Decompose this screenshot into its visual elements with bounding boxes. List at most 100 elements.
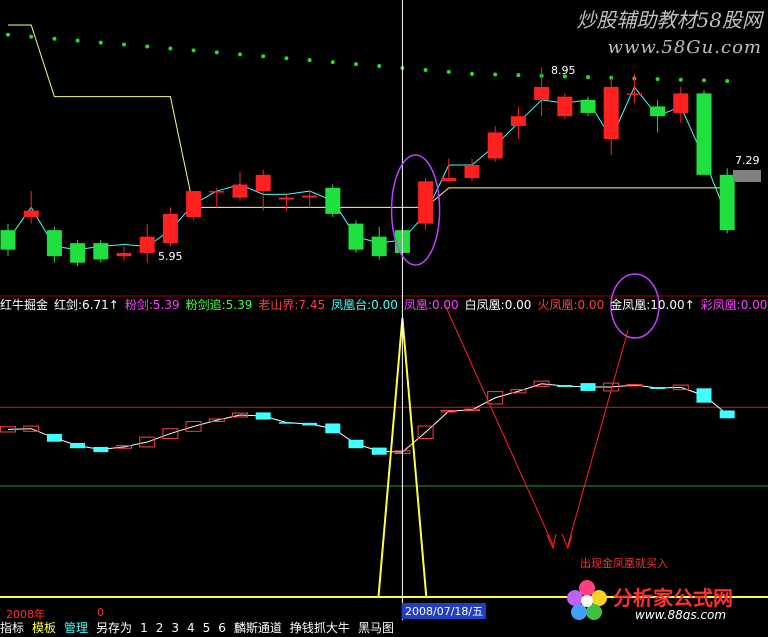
toolbar-item[interactable]: 4 xyxy=(187,621,195,635)
dot-marker xyxy=(307,58,312,63)
dot-marker xyxy=(75,38,80,43)
sub-candle xyxy=(719,410,735,419)
sub-candle xyxy=(70,443,86,449)
dot-marker xyxy=(702,78,706,83)
dot-marker xyxy=(423,67,428,72)
indicator-item: 金凤凰:10.00↑ xyxy=(610,298,695,312)
candle-body xyxy=(23,210,39,218)
watermark-url: www.58Gu.com xyxy=(607,37,762,58)
toolbar-item[interactable]: 管理 xyxy=(64,621,88,635)
buy-note: 出现金凤凰就买入 xyxy=(580,557,668,570)
dot-marker xyxy=(470,71,474,76)
indicator-item: 凤凰台:0.00 xyxy=(331,298,398,312)
dot-marker xyxy=(52,36,57,41)
toolbar-item[interactable]: 指标 xyxy=(0,621,24,635)
sub-candle xyxy=(371,447,387,455)
dot-marker xyxy=(655,77,660,82)
sub-candle xyxy=(325,423,341,434)
dot-marker xyxy=(98,40,103,45)
zero-label: 0 xyxy=(97,606,104,619)
candle-body xyxy=(534,86,550,100)
candle-body xyxy=(139,236,155,253)
candle-body xyxy=(209,191,225,193)
cyan-line xyxy=(7,85,728,251)
toolbar-item[interactable]: 另存为 xyxy=(96,621,132,635)
dot-marker xyxy=(191,48,196,53)
dot-marker xyxy=(330,60,335,65)
sub-candle xyxy=(348,439,364,449)
toolbar-item[interactable]: 2 xyxy=(156,621,164,635)
watermark-title: 炒股辅助教材58股网 xyxy=(576,8,762,32)
candle-body xyxy=(325,187,341,214)
candle-body xyxy=(650,106,666,117)
toolbar-item[interactable]: 1 xyxy=(140,621,148,635)
candle-body xyxy=(348,223,364,250)
sub-trace xyxy=(7,383,728,453)
flower-logo-icon xyxy=(567,580,607,620)
toolbar-item[interactable]: 模板 xyxy=(32,621,56,635)
candle-body xyxy=(580,99,596,113)
candle-body xyxy=(302,195,318,198)
sub-candle xyxy=(93,446,109,453)
cursor-date: 2008/07/18/五 xyxy=(402,603,487,619)
dot-marker xyxy=(238,52,242,57)
watermark-top: 炒股辅助教材58股网 www.58Gu.com xyxy=(577,4,762,58)
dot-marker xyxy=(586,75,590,80)
dot-marker xyxy=(377,64,382,69)
dot-marker xyxy=(493,72,498,77)
indicator-item: 粉剑:5.39 xyxy=(124,298,180,312)
candle-body xyxy=(0,230,16,250)
toolbar-item[interactable]: 麟斯通道 xyxy=(234,621,282,635)
candle-body xyxy=(673,93,689,113)
candle-body xyxy=(487,132,503,159)
candle-body xyxy=(186,191,202,218)
dot-marker xyxy=(6,32,10,37)
toolbar-item[interactable]: 3 xyxy=(171,621,179,635)
sub-candle xyxy=(696,388,712,403)
indicator-item: 火凤凰:0.00 xyxy=(537,298,605,312)
dot-marker xyxy=(145,44,150,49)
sub-candle xyxy=(580,383,596,391)
sub-candle xyxy=(557,385,573,388)
dot-marker xyxy=(122,42,126,47)
candle-body xyxy=(70,243,86,263)
toolbar-item[interactable]: 黑马图 xyxy=(358,621,394,635)
stock-chart xyxy=(0,0,768,620)
candle-body xyxy=(719,174,735,231)
arrow-line xyxy=(444,304,554,546)
high-price-label: 8.95 xyxy=(551,64,576,77)
candle-body xyxy=(441,178,457,182)
candle-body xyxy=(162,213,178,244)
bottom-toolbar: 指标 模板 管理 另存为 1 2 3 4 5 6 麟斯通道 挣钱抓大牛 黑马图 xyxy=(0,620,768,637)
toolbar-item[interactable]: 挣钱抓大牛 xyxy=(290,621,350,635)
candle-body xyxy=(464,165,480,179)
last-price-box xyxy=(733,170,761,182)
dot-marker xyxy=(261,54,266,59)
indicator-item: 红剑:6.71↑ xyxy=(54,298,119,312)
toolbar-item[interactable]: 5 xyxy=(203,621,211,635)
candle-body xyxy=(371,236,387,257)
dot-marker xyxy=(725,79,730,84)
candle-body xyxy=(278,197,294,200)
toolbar-item[interactable]: 6 xyxy=(218,621,226,635)
candle-body xyxy=(93,243,109,260)
indicator-item: 红牛掘金 xyxy=(0,298,49,312)
sub-candle xyxy=(46,433,62,442)
watermark-bottom-title: 分析家公式网 xyxy=(613,586,733,610)
candle-body xyxy=(116,252,132,257)
candle-body xyxy=(510,116,526,126)
candle-body xyxy=(255,174,271,192)
candle-body xyxy=(557,96,573,117)
sub-candle xyxy=(278,422,294,424)
arrow-line xyxy=(567,329,629,546)
candle-body xyxy=(46,230,62,257)
dot-marker xyxy=(678,77,683,82)
candle-body xyxy=(418,181,434,224)
dot-marker xyxy=(214,50,219,55)
last-price-label: 7.29 xyxy=(735,154,760,167)
candle-body xyxy=(603,86,619,139)
candle-body xyxy=(696,93,712,175)
dot-marker xyxy=(516,73,521,78)
indicator-item: 粉剑追:5.39 xyxy=(185,298,253,312)
low-price-label: 5.95 xyxy=(158,250,183,263)
